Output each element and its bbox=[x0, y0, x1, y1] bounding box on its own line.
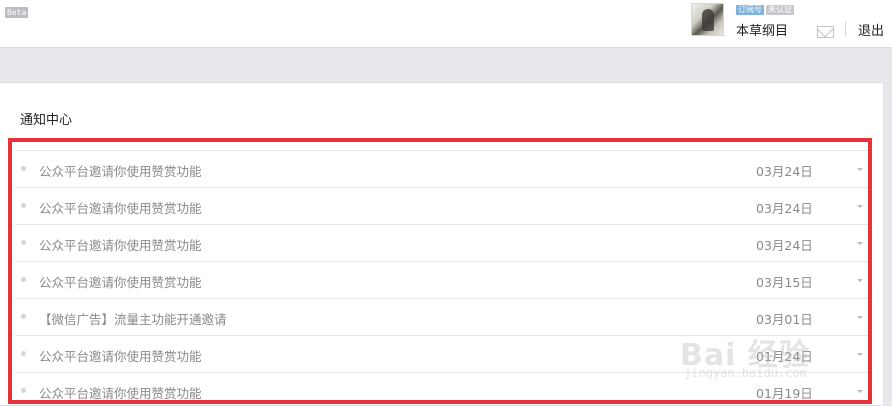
notification-date: 03月24日 bbox=[756, 164, 813, 179]
notification-date: 01月24日 bbox=[756, 349, 813, 364]
account-badges: 订阅号 未认证 bbox=[736, 5, 794, 15]
notification-title[interactable]: 公众平台邀请你使用赞赏功能 bbox=[39, 161, 202, 180]
mail-icon[interactable] bbox=[817, 26, 834, 38]
avatar-figure bbox=[702, 9, 714, 31]
unread-dot-icon bbox=[21, 166, 26, 171]
beta-badge: Beta bbox=[5, 7, 29, 18]
account-avatar[interactable] bbox=[691, 3, 724, 36]
notification-title[interactable]: 公众平台邀请你使用赞赏功能 bbox=[39, 272, 202, 291]
unread-dot-icon bbox=[21, 351, 26, 356]
notification-row[interactable]: 【微信广告】流量主功能开通邀请 03月01日 bbox=[15, 299, 869, 336]
unverified-badge[interactable]: 未认证 bbox=[766, 5, 794, 15]
expand-arrow-icon[interactable] bbox=[857, 279, 863, 282]
notification-row[interactable]: 公众平台邀请你使用赞赏功能 03月24日 bbox=[15, 151, 869, 188]
notification-title[interactable]: 公众平台邀请你使用赞赏功能 bbox=[39, 198, 202, 217]
unread-dot-icon bbox=[21, 240, 26, 245]
notification-list: 公众平台邀请你使用赞赏功能 03月24日 公众平台邀请你使用赞赏功能 03月24日 公众… bbox=[15, 150, 869, 406]
notification-row[interactable]: 公众平台邀请你使用赞赏功能 03月15日 bbox=[15, 262, 869, 299]
expand-arrow-icon[interactable] bbox=[857, 242, 863, 245]
unread-dot-icon bbox=[21, 388, 26, 393]
unread-dot-icon bbox=[21, 203, 26, 208]
notification-date: 03月15日 bbox=[756, 275, 813, 290]
header-divider bbox=[845, 22, 846, 36]
notification-date: 03月01日 bbox=[756, 312, 813, 327]
logout-link[interactable]: 退出 bbox=[858, 20, 884, 39]
expand-arrow-icon[interactable] bbox=[857, 205, 863, 208]
notification-row[interactable]: 公众平台邀请你使用赞赏功能 01月24日 bbox=[15, 336, 869, 373]
notification-title[interactable]: 公众平台邀请你使用赞赏功能 bbox=[39, 346, 202, 365]
expand-arrow-icon[interactable] bbox=[857, 316, 863, 319]
page-title: 通知中心 bbox=[20, 113, 73, 128]
subscription-badge: 订阅号 bbox=[736, 5, 764, 15]
notification-date: 03月24日 bbox=[756, 238, 813, 253]
notification-title[interactable]: 【微信广告】流量主功能开通邀请 bbox=[39, 309, 227, 328]
top-bar: Beta 订阅号 未认证 本草纲目 退出 bbox=[0, 0, 892, 48]
notification-row[interactable]: 公众平台邀请你使用赞赏功能 01月19日 bbox=[15, 373, 869, 406]
notification-row[interactable]: 公众平台邀请你使用赞赏功能 03月24日 bbox=[15, 188, 869, 225]
notification-row[interactable]: 公众平台邀请你使用赞赏功能 03月24日 bbox=[15, 225, 869, 262]
expand-arrow-icon[interactable] bbox=[857, 390, 863, 393]
expand-arrow-icon[interactable] bbox=[857, 353, 863, 356]
page-banner-strip bbox=[0, 49, 892, 82]
expand-arrow-icon[interactable] bbox=[857, 168, 863, 171]
account-name[interactable]: 本草纲目 bbox=[736, 20, 788, 39]
notification-panel: 通知中心 公众平台邀请你使用赞赏功能 03月24日 公众平台邀请你使用赞赏功能 03月… bbox=[0, 82, 884, 406]
notification-title[interactable]: 公众平台邀请你使用赞赏功能 bbox=[39, 383, 202, 402]
unread-dot-icon bbox=[21, 277, 26, 282]
notification-title[interactable]: 公众平台邀请你使用赞赏功能 bbox=[39, 235, 202, 254]
notification-date: 03月24日 bbox=[756, 201, 813, 216]
notification-date: 01月19日 bbox=[756, 386, 813, 401]
unread-dot-icon bbox=[21, 314, 26, 319]
